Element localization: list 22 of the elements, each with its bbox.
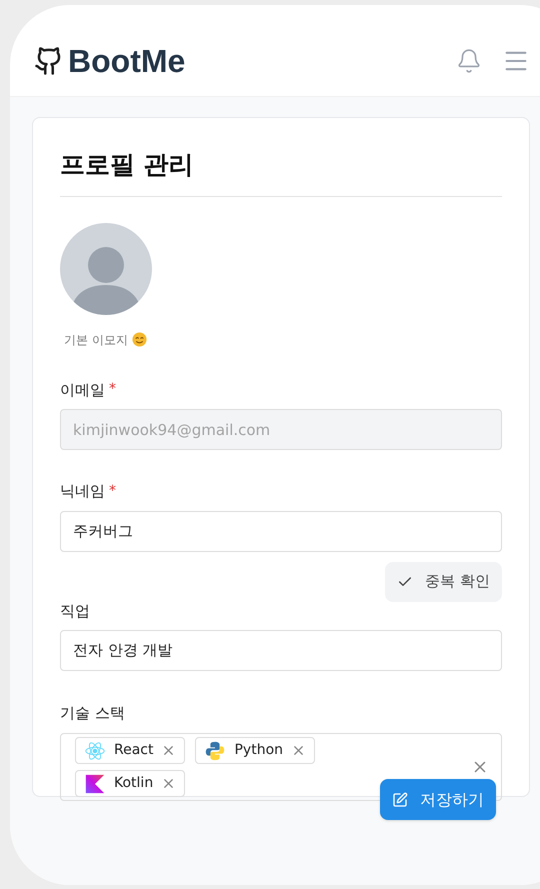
skill-name: Kotlin [114,774,154,793]
atom-icon [84,740,106,762]
skill-name: Python [234,741,284,760]
field-label: 닉네임 [60,481,105,502]
snake-logo-icon [204,740,226,762]
field-label: 기술 스택 [60,704,125,722]
text-field[interactable]: 주커버그 [60,510,502,552]
field-label: 이메일 [60,380,105,400]
field-label: 직업 [60,600,90,622]
page-title: 프로필 관리 [60,146,502,196]
duplicate-check-button[interactable]: 중복 확인 [385,562,502,602]
bell-icon[interactable] [456,48,482,74]
required-mark: * [109,482,116,501]
required-mark: * [109,380,116,400]
smiley-icon [132,332,147,347]
brand-logo[interactable]: BootMe [68,36,186,84]
edit-icon [392,792,408,808]
k-logo-icon [84,772,106,794]
avatar-caption: 기본 이모지 [64,332,128,348]
skill-name: React [114,741,154,760]
text-field[interactable]: 전자 안경 개발 [60,630,502,671]
save-button[interactable]: 저장하기 [380,779,496,820]
